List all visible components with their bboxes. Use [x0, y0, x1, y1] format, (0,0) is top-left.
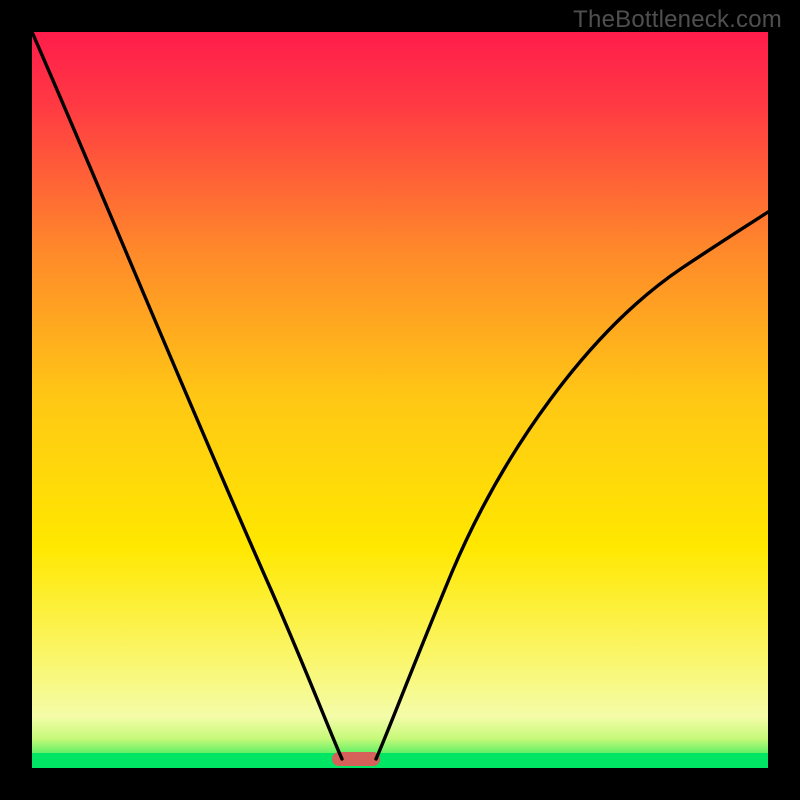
gradient-background	[32, 32, 768, 768]
chart-frame: TheBottleneck.com	[0, 0, 800, 800]
watermark-text: TheBottleneck.com	[573, 6, 782, 34]
green-baseline-band	[32, 753, 768, 768]
bottleneck-chart	[32, 32, 768, 768]
